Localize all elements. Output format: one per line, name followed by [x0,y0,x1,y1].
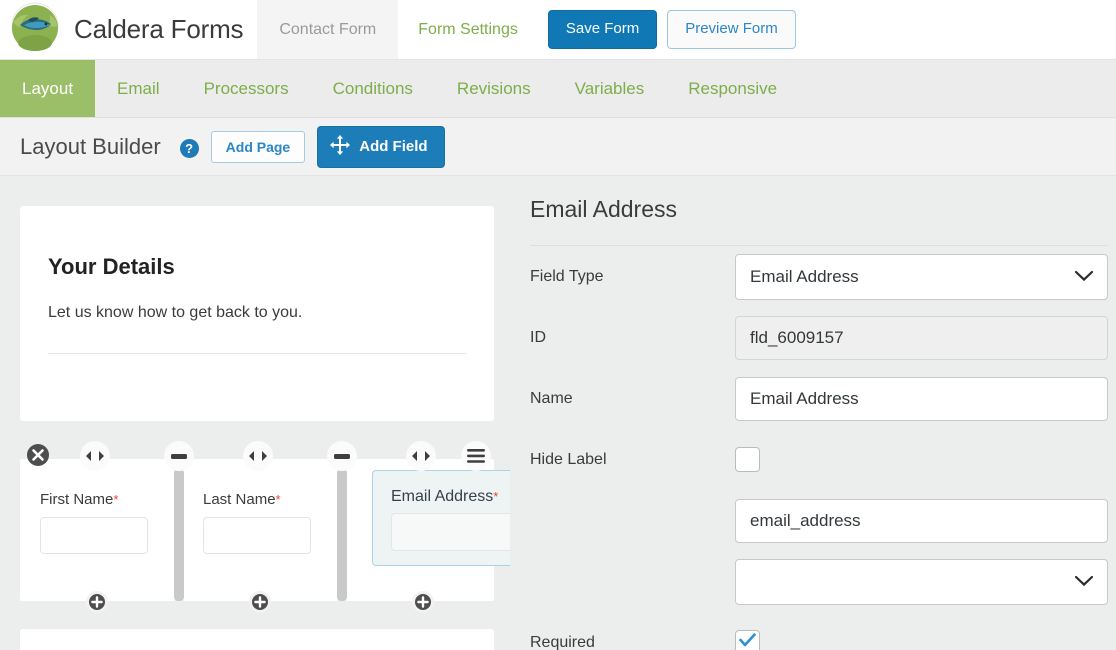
field-input-last-name[interactable] [203,517,311,554]
chevron-down-icon [1074,267,1094,287]
field-row: First Name* Last Name* [20,441,494,601]
brand: Caldera Forms [0,0,257,59]
setting-label-field-type: Field Type [530,268,735,286]
arrows-horizontal-icon-3[interactable] [406,441,436,471]
plus-circle-icon-1[interactable] [86,591,108,613]
brand-name: Caldera Forms [74,14,243,45]
builder-main: Your Details Let us know how to get back… [0,176,1116,650]
nav-item-revisions[interactable]: Revisions [435,60,553,117]
setting-row-extra-select [530,551,1108,612]
form-column-1: First Name* [20,459,175,601]
field-input-email-address[interactable] [391,513,510,551]
app-header: Caldera Forms Contact Form Form Settings… [0,0,1116,60]
tab-form-settings[interactable]: Form Settings [398,0,538,59]
checkmark-icon [739,633,756,650]
field-type-value: Email Address [750,267,859,287]
caldera-logo-icon [6,1,64,59]
form-page-description: Let us know how to get back to you. [48,304,466,322]
header-actions: Save Form Preview Form [538,0,796,59]
nav-item-responsive[interactable]: Responsive [666,60,799,117]
minus-circle-icon-1[interactable] [164,441,194,471]
selected-field-email-address[interactable]: Email Address* [372,470,510,566]
add-field-label: Add Field [359,138,427,155]
field-id-input[interactable] [735,316,1108,360]
hamburger-menu-icon[interactable] [461,441,491,471]
field-name-input[interactable] [735,377,1108,421]
arrows-move-icon [330,135,350,159]
setting-row-hide-label: Hide Label [530,429,1108,490]
close-circle-icon[interactable] [26,443,50,467]
form-preview-panel: Your Details Let us know how to get back… [0,176,510,650]
nav-item-email[interactable]: Email [95,60,182,117]
nav-item-processors[interactable]: Processors [182,60,311,117]
field-label-email-address: Email Address* [373,471,510,506]
setting-label-hide-label: Hide Label [530,451,735,469]
form-page-card-next [20,629,494,650]
question-mark-icon[interactable]: ? [180,139,199,158]
field-slug-input[interactable] [735,499,1108,543]
column-divider-1[interactable] [174,469,184,601]
required-checkbox[interactable] [735,630,760,650]
setting-row-field-type: Field Type Email Address [530,246,1108,307]
plus-circle-icon-3[interactable] [412,591,434,613]
setting-label-id: ID [530,329,735,347]
extra-select[interactable] [735,559,1108,605]
chevron-down-icon [1074,572,1094,592]
form-column-2: Last Name* [183,459,338,601]
form-page-card: Your Details Let us know how to get back… [20,206,494,421]
arrows-horizontal-icon-2[interactable] [243,441,273,471]
setting-row-required: Required [530,612,1108,650]
page-title: Layout Builder [20,134,161,160]
nav-item-variables[interactable]: Variables [553,60,667,117]
builder-nav: Layout Email Processors Conditions Revis… [0,60,1116,118]
setting-row-name: Name [530,368,1108,429]
setting-label-name: Name [530,390,735,408]
layout-builder-toolbar: Layout Builder ? Add Page Add Field [0,118,1116,176]
setting-row-slug [530,490,1108,551]
required-marker: * [113,492,118,507]
field-type-select[interactable]: Email Address [735,254,1108,300]
divider [48,353,466,354]
minus-circle-icon-2[interactable] [327,441,357,471]
add-field-button[interactable]: Add Field [317,126,444,168]
setting-label-required: Required [530,634,735,650]
plus-circle-icon-2[interactable] [249,591,271,613]
field-settings-panel: Email Address Field Type Email Address I… [510,176,1116,650]
preview-form-button[interactable]: Preview Form [667,10,796,49]
nav-item-conditions[interactable]: Conditions [311,60,435,117]
column-divider-2[interactable] [337,469,347,601]
tab-contact-form[interactable]: Contact Form [257,0,398,59]
arrows-horizontal-icon-1[interactable] [80,441,110,471]
nav-item-layout[interactable]: Layout [0,60,95,117]
save-form-button[interactable]: Save Form [548,10,657,49]
field-settings-title: Email Address [530,176,1108,223]
add-page-button[interactable]: Add Page [211,131,306,163]
required-marker: * [276,492,281,507]
setting-row-id: ID [530,307,1108,368]
hide-label-checkbox[interactable] [735,447,760,472]
form-page-heading: Your Details [48,254,466,280]
required-marker: * [493,489,498,504]
field-input-first-name[interactable] [40,517,148,554]
